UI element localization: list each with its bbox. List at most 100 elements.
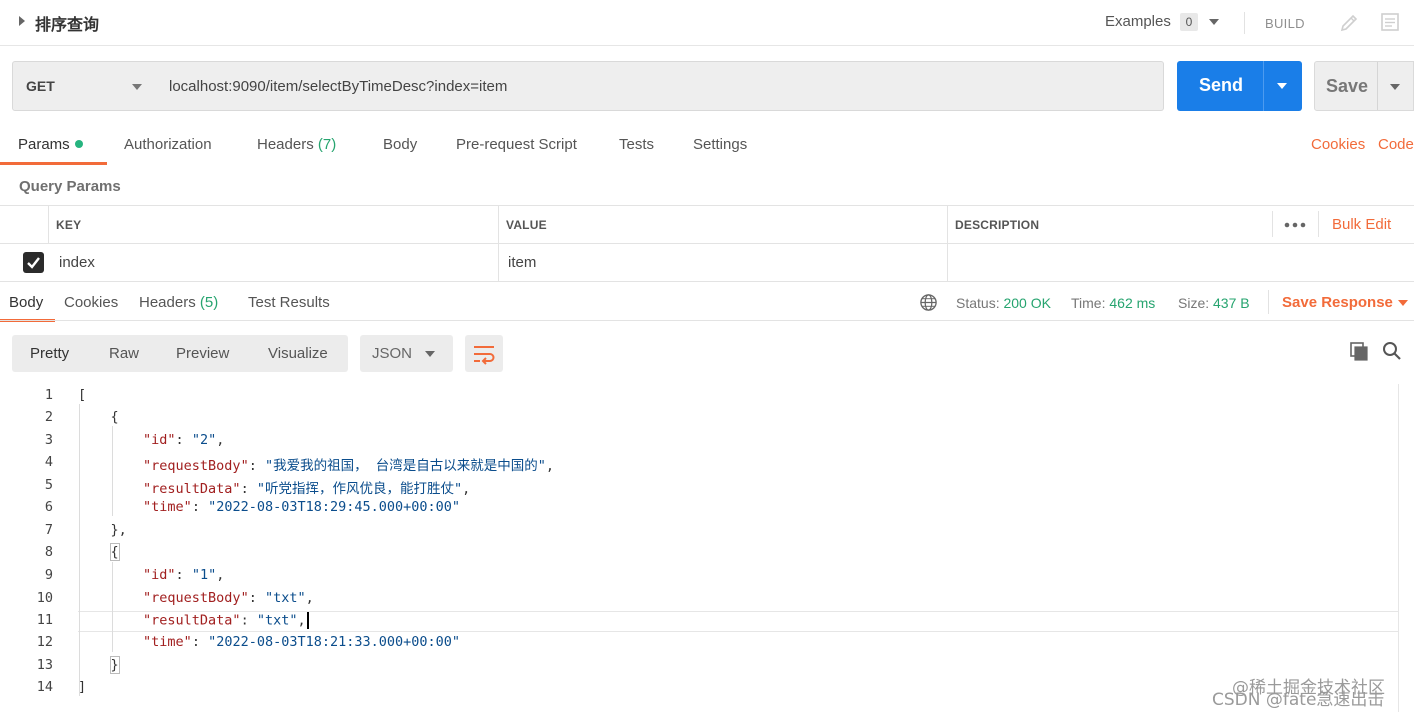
url-input[interactable]: localhost:9090/item/selectByTimeDesc?ind… [155,61,1164,111]
save-response-dropdown-icon[interactable] [1398,300,1408,306]
column-header-description: DESCRIPTION [955,218,1040,232]
line-number: 9 [44,567,53,583]
code-line: }, [78,522,127,538]
table-border [0,281,1414,282]
status-label: Status: [956,295,1000,311]
divider [1244,12,1245,34]
url-text: localhost:9090/item/selectByTimeDesc?ind… [169,78,508,95]
divider [1268,290,1269,314]
response-tab-cookies[interactable]: Cookies [64,294,118,311]
json-value-resultdata: "txt" [256,612,298,629]
response-tab-test-results[interactable]: Test Results [248,294,330,311]
json-value-resultdata: "听党指挥，作风优良，能打胜仗" [256,481,463,497]
tab-headers-label: Headers [257,136,314,153]
method-label: GET [26,78,55,94]
tab-body[interactable]: Body [383,136,417,153]
save-dropdown-icon[interactable] [1390,84,1400,90]
response-tab-headers-label: Headers [139,294,196,311]
send-dropdown-icon[interactable] [1277,83,1287,89]
response-divider [0,320,1414,321]
tab-tests[interactable]: Tests [619,136,654,153]
documentation-icon[interactable] [1380,12,1400,32]
request-title[interactable]: 排序查询 [35,11,99,35]
response-view-toggle: Pretty Raw Preview Visualize [12,335,348,372]
globe-icon[interactable] [919,293,938,312]
code-line: "time": "2022-08-03T18:29:45.000+00:00" [143,499,461,515]
examples-button[interactable]: Examples [1105,13,1171,30]
code-line: ] [78,679,87,695]
line-number: 1 [44,387,53,403]
json-value-id: "2" [191,432,217,448]
code-line: "resultData": "txt", [78,612,309,629]
tab-headers[interactable]: Headers (7) [257,136,336,153]
table-divider [1318,211,1319,237]
send-button[interactable]: Send [1177,61,1302,111]
table-border [0,205,1414,206]
time-value: 462 ms [1109,295,1156,311]
response-tab-headers[interactable]: Headers (5) [139,294,218,311]
save-label: Save [1326,76,1369,96]
cookies-link[interactable]: Cookies [1311,136,1365,153]
expand-caret-icon[interactable] [19,16,25,26]
line-number: 13 [36,657,53,673]
status-readout: Status: 200 OK [956,295,1051,311]
param-value-cell[interactable]: item [508,254,536,271]
code-line: "time": "2022-08-03T18:21:33.000+00:00" [143,634,461,650]
param-key-cell[interactable]: index [59,254,95,271]
time-label: Time: [1071,295,1106,311]
json-value-requestbody: "我爱我的祖国， 台湾是自古以来就是中国的" [264,458,546,474]
code-line: "requestBody": "txt", [143,590,314,606]
view-raw-button[interactable]: Raw [109,345,139,362]
check-icon [27,257,40,269]
status-value: 200 OK [1003,295,1051,311]
view-visualize-button[interactable]: Visualize [268,345,328,362]
bulk-edit-button[interactable]: Bulk Edit [1332,216,1391,233]
send-divider [1263,61,1264,111]
query-params-heading: Query Params [19,178,121,195]
code-link[interactable]: Code [1378,136,1414,153]
response-tab-body[interactable]: Body [9,294,43,311]
tab-params[interactable]: Params [18,136,83,153]
format-select[interactable]: JSON [360,335,453,372]
response-tab-headers-count: (5) [199,294,219,311]
copy-icon[interactable] [1349,341,1369,361]
view-pretty-button[interactable]: Pretty [30,345,69,362]
line-number: 8 [44,544,53,560]
param-enabled-checkbox[interactable] [23,252,44,273]
tab-authorization[interactable]: Authorization [124,136,212,153]
response-body-editor[interactable]: 1 2 3 4 5 6 7 8 9 10 11 12 13 14 [ { "id": "2", "requ… [0,384,1414,712]
view-preview-button[interactable]: Preview [176,345,229,362]
save-button[interactable]: Save [1314,61,1414,111]
examples-dropdown-icon[interactable] [1209,19,1219,25]
line-number: 11 [36,612,53,628]
save-response-button[interactable]: Save Response [1282,294,1393,311]
line-number: 7 [44,522,53,538]
method-dropdown-icon [132,84,142,90]
method-select[interactable]: GET [12,61,156,111]
code-line: } [109,656,120,674]
code-line: { [109,543,120,561]
line-number: 14 [36,679,53,695]
table-divider [48,205,49,243]
code-line: [ [78,387,87,403]
search-icon[interactable] [1382,341,1402,361]
tab-params-label: Params [18,136,70,153]
tab-settings[interactable]: Settings [693,136,747,153]
line-number: 6 [44,499,53,515]
json-value-id: "1" [191,567,217,583]
pencil-icon[interactable] [1338,12,1360,34]
build-button[interactable]: BUILD [1265,16,1305,31]
more-options-icon[interactable] [1284,222,1306,228]
size-value: 437 B [1213,295,1250,311]
json-value-time: "2022-08-03T18:29:45.000+00:00" [208,499,461,515]
wrap-lines-button[interactable] [465,335,503,372]
tab-prerequest-script[interactable]: Pre-request Script [456,136,577,153]
time-readout: Time: 462 ms [1071,295,1155,311]
line-number: 12 [36,634,53,650]
line-number: 3 [44,432,53,448]
table-divider [947,205,948,281]
line-number: 4 [44,454,53,470]
code-line: "requestBody": "我爱我的祖国， 台湾是自古以来就是中国的", [143,458,554,474]
format-dropdown-icon [425,351,435,357]
params-active-dot [74,140,83,149]
